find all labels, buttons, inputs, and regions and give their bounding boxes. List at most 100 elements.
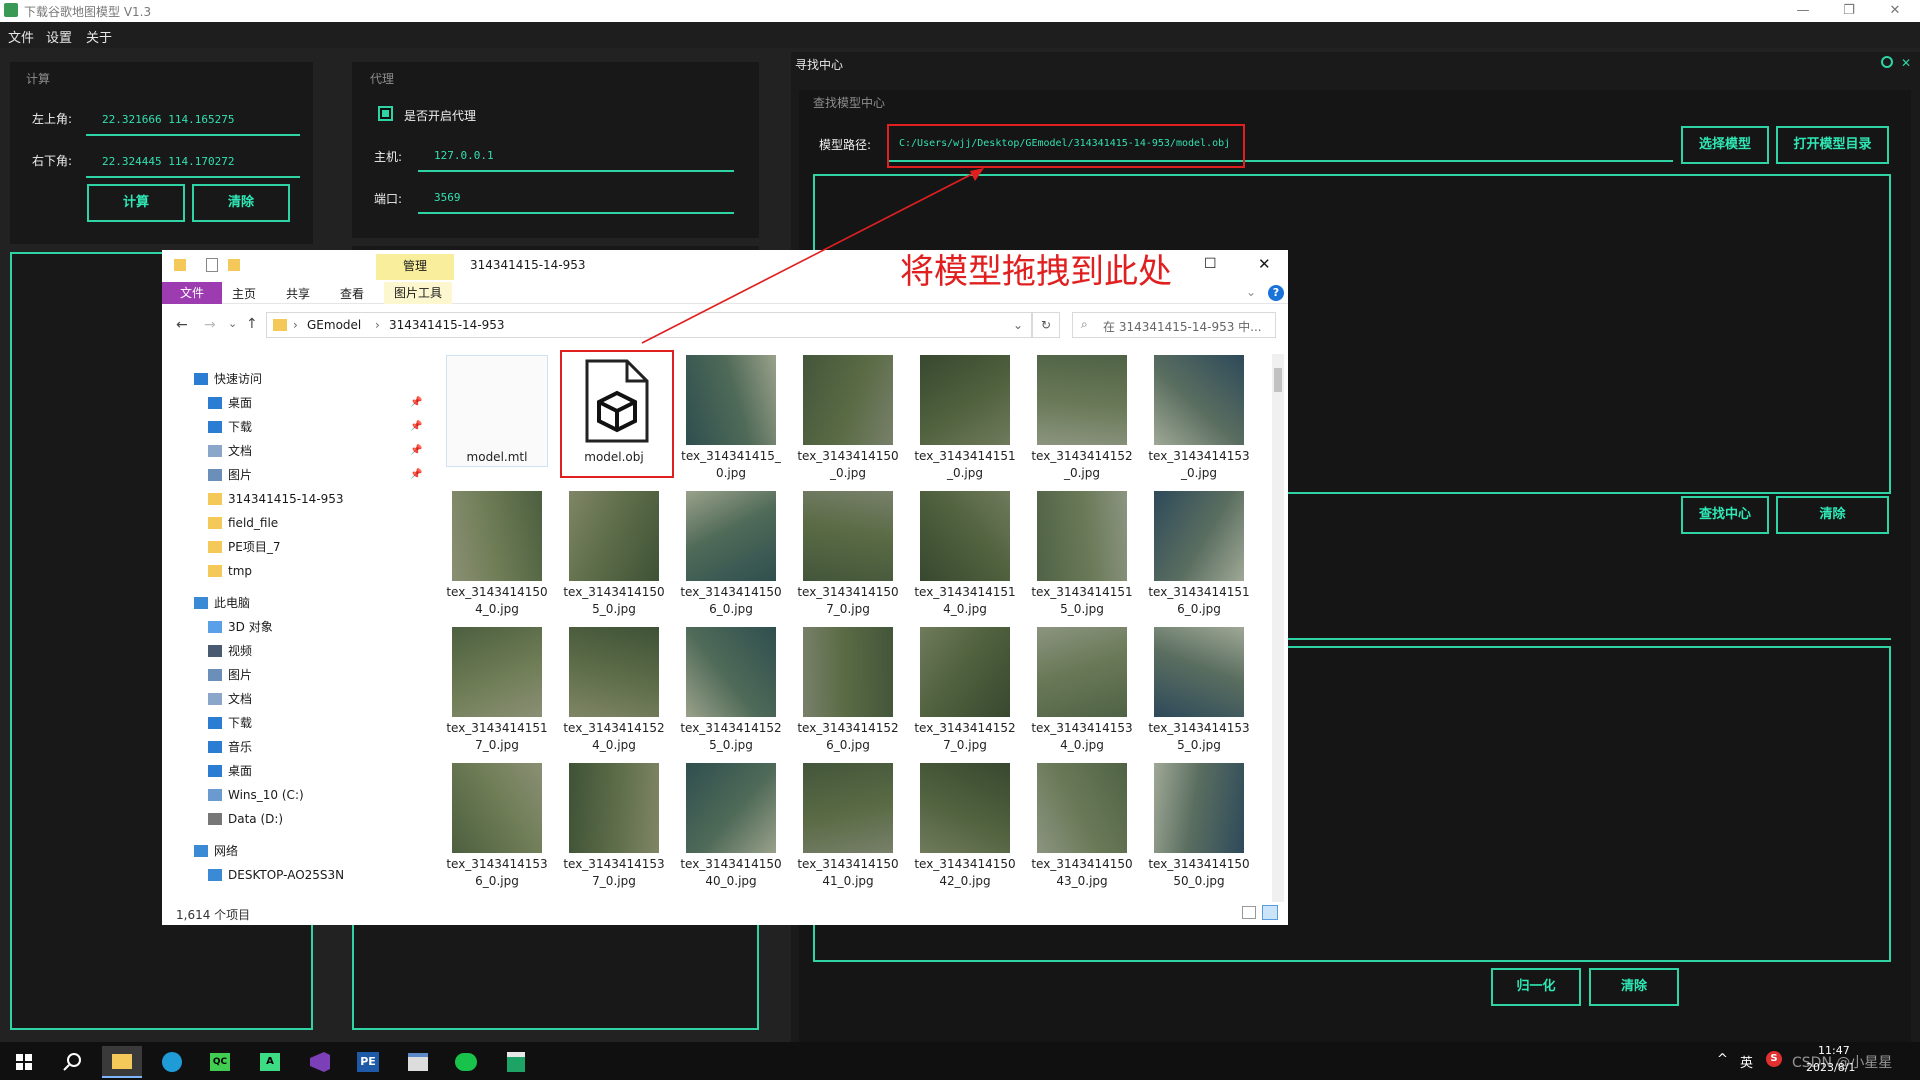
file-item[interactable]: tex_3143414150 50_0.jpg: [1144, 763, 1254, 899]
file-item[interactable]: tex_3143414150 43_0.jpg: [1027, 763, 1137, 899]
ribbon-share[interactable]: 共享: [286, 285, 310, 302]
host-input[interactable]: 127.0.0.1: [418, 142, 734, 172]
pe-app-icon[interactable]: PE: [348, 1046, 388, 1078]
file-item[interactable]: tex_3143414152 4_0.jpg: [559, 627, 669, 763]
sogou-icon[interactable]: S: [1766, 1051, 1782, 1067]
nav-pc-item[interactable]: 图片: [162, 664, 430, 686]
ribbon-file[interactable]: 文件: [162, 282, 222, 304]
ribbon-view[interactable]: 查看: [340, 285, 364, 302]
refresh-icon[interactable]: ↻: [1032, 312, 1060, 338]
file-item[interactable]: tex_314341415_ 0.jpg: [676, 355, 786, 491]
recent-dropdown-icon[interactable]: ⌄: [228, 317, 237, 330]
top-left-input[interactable]: 22.321666 114.165275: [86, 106, 300, 136]
proxy-checkbox[interactable]: [378, 106, 393, 121]
nav-network[interactable]: 网络: [162, 840, 430, 862]
file-item[interactable]: tex_3143414151 7_0.jpg: [442, 627, 552, 763]
close-button[interactable]: ✕: [1872, 0, 1918, 22]
android-studio-icon[interactable]: A: [250, 1046, 290, 1078]
explorer-taskbar-icon[interactable]: [102, 1046, 142, 1078]
find-center-button[interactable]: 查找中心: [1681, 496, 1769, 534]
calc-button[interactable]: 计算: [87, 184, 185, 222]
file-item[interactable]: tex_3143414151 5_0.jpg: [1027, 491, 1137, 627]
normalize-button[interactable]: 归一化: [1491, 968, 1581, 1006]
select-model-button[interactable]: 选择模型: [1681, 126, 1769, 164]
file-item[interactable]: tex_3143414150 _0.jpg: [793, 355, 903, 491]
nav-this-pc[interactable]: 此电脑: [162, 592, 430, 614]
nav-pc-item[interactable]: 3D 对象: [162, 616, 430, 638]
menu-about[interactable]: 关于: [86, 27, 112, 46]
nav-quick-item[interactable]: 下载 📌: [162, 416, 430, 438]
file-item[interactable]: tex_3143414152 6_0.jpg: [793, 627, 903, 763]
file-item[interactable]: tex_3143414150 7_0.jpg: [793, 491, 903, 627]
file-item[interactable]: tex_3143414153 5_0.jpg: [1144, 627, 1254, 763]
back-icon[interactable]: ←: [176, 317, 188, 333]
finder-clear-button[interactable]: 清除: [1776, 496, 1889, 534]
nav-network-item[interactable]: DESKTOP-AO25S3N: [162, 864, 430, 886]
file-item[interactable]: tex_3143414150 40_0.jpg: [676, 763, 786, 899]
normalize-clear-button[interactable]: 清除: [1589, 968, 1679, 1006]
details-view-icon[interactable]: [1242, 906, 1256, 919]
file-item[interactable]: tex_3143414152 5_0.jpg: [676, 627, 786, 763]
file-item[interactable]: tex_3143414153 4_0.jpg: [1027, 627, 1137, 763]
address-bar[interactable]: › GEmodel › 314341415-14-953 ⌄: [266, 312, 1032, 338]
file-item[interactable]: tex_3143414150 42_0.jpg: [910, 763, 1020, 899]
file-item[interactable]: tex_3143414152 _0.jpg: [1027, 355, 1137, 491]
forward-icon[interactable]: →: [204, 317, 216, 333]
calc-clear-button[interactable]: 清除: [192, 184, 290, 222]
bottom-right-input[interactable]: 22.324445 114.170272: [86, 148, 300, 178]
maximize-button[interactable]: ❐: [1826, 0, 1872, 22]
nav-pc-item[interactable]: 桌面: [162, 760, 430, 782]
file-item[interactable]: tex_3143414152 7_0.jpg: [910, 627, 1020, 763]
nav-quick-item[interactable]: 桌面 📌: [162, 392, 430, 414]
address-dropdown-icon[interactable]: ⌄: [1013, 318, 1023, 332]
scrollbar-thumb[interactable]: [1274, 368, 1282, 392]
up-icon[interactable]: ↑: [246, 316, 258, 332]
file-item[interactable]: tex_3143414150 6_0.jpg: [676, 491, 786, 627]
ribbon-home[interactable]: 主页: [232, 285, 256, 302]
nav-pc-item[interactable]: 文档: [162, 688, 430, 710]
ime-indicator[interactable]: 英: [1740, 1052, 1753, 1071]
file-item[interactable]: tex_3143414153 _0.jpg: [1144, 355, 1254, 491]
file-item[interactable]: tex_3143414150 41_0.jpg: [793, 763, 903, 899]
nav-pc-item[interactable]: Data (D:): [162, 808, 430, 830]
new-folder-icon[interactable]: [228, 259, 240, 271]
ribbon-picture-tools[interactable]: 图片工具: [384, 282, 453, 304]
large-icons-view-icon[interactable]: [1262, 905, 1278, 920]
nav-pc-item[interactable]: Wins_10 (C:): [162, 784, 430, 806]
notepad-icon[interactable]: [398, 1046, 438, 1078]
file-item[interactable]: tex_3143414151 6_0.jpg: [1144, 491, 1254, 627]
minimize-button[interactable]: —: [1780, 0, 1826, 22]
nav-quick-item[interactable]: field_file: [162, 512, 430, 534]
nav-quick-access[interactable]: 快速访问: [162, 368, 430, 390]
wechat-icon[interactable]: [446, 1046, 486, 1078]
file-item[interactable]: model.mtl: [442, 355, 552, 491]
nav-quick-item[interactable]: 314341415-14-953: [162, 488, 430, 510]
finder-tab[interactable]: 寻找中心: [795, 56, 843, 73]
open-model-dir-button[interactable]: 打开模型目录: [1776, 126, 1889, 164]
breadcrumb-current[interactable]: 314341415-14-953: [389, 318, 505, 332]
file-item[interactable]: tex_3143414150 4_0.jpg: [442, 491, 552, 627]
nav-pc-item[interactable]: 视频: [162, 640, 430, 662]
file-explorer-window[interactable]: 管理 314341415-14-953 ☐ ✕ 文件 主页 共享 查看 图片工具…: [162, 250, 1288, 925]
close-panel-icon[interactable]: ✕: [1901, 56, 1911, 70]
file-item[interactable]: tex_3143414153 7_0.jpg: [559, 763, 669, 899]
tray-expand-icon[interactable]: ^: [1717, 1052, 1728, 1067]
nav-pc-item[interactable]: 下载: [162, 712, 430, 734]
explorer-maximize-icon[interactable]: ☐: [1204, 256, 1217, 272]
port-input[interactable]: 3569: [418, 184, 734, 214]
menu-file[interactable]: 文件: [8, 27, 34, 46]
visual-studio-icon[interactable]: [300, 1046, 340, 1078]
start-icon[interactable]: [4, 1046, 44, 1078]
file-item[interactable]: tex_3143414151 4_0.jpg: [910, 491, 1020, 627]
explorer-close-icon[interactable]: ✕: [1258, 255, 1271, 273]
nav-pc-item[interactable]: 音乐: [162, 736, 430, 758]
download-app-icon[interactable]: [496, 1046, 536, 1078]
breadcrumb-gemodel[interactable]: GEmodel: [307, 318, 361, 332]
nav-quick-item[interactable]: PE项目_7: [162, 536, 430, 558]
edge-icon[interactable]: [152, 1046, 192, 1078]
properties-icon[interactable]: [206, 258, 218, 272]
manage-tab[interactable]: 管理: [376, 254, 454, 280]
search-taskbar-icon[interactable]: [52, 1046, 92, 1078]
nav-quick-item[interactable]: 文档 📌: [162, 440, 430, 462]
qt-creator-icon[interactable]: QC: [200, 1046, 240, 1078]
